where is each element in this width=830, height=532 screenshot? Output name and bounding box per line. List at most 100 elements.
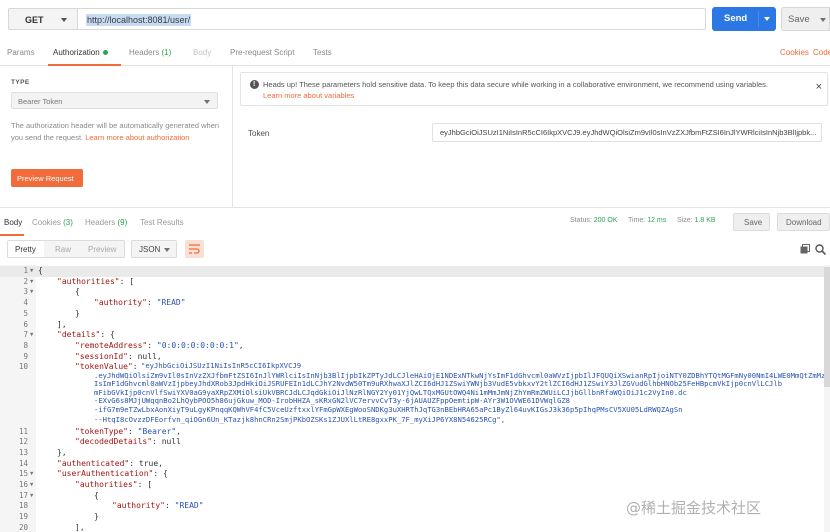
url-input[interactable]: http://localhost:8081/user/ bbox=[78, 8, 706, 30]
tab-params[interactable]: Params bbox=[7, 48, 35, 57]
code-line: "authority": "READ" bbox=[94, 298, 186, 307]
tab-tests[interactable]: Tests bbox=[313, 48, 332, 57]
tab-body[interactable]: Body bbox=[193, 48, 211, 57]
status-value: 200 OK bbox=[593, 217, 618, 224]
fold-arrow-icon[interactable]: ▼ bbox=[30, 493, 33, 499]
token-input[interactable]: eyJhbGciOiJSUzI1NiIsInR5cCI6IkpXVCJ9.eyJ… bbox=[432, 123, 822, 142]
auth-type-select[interactable]: Bearer Token bbox=[11, 92, 218, 109]
token-label: Token bbox=[248, 129, 270, 138]
tab-headers[interactable]: Headers (1) bbox=[129, 48, 171, 57]
tab-authorization[interactable]: Authorization bbox=[53, 48, 108, 57]
language-label: JSON bbox=[139, 245, 161, 254]
code-token: : null bbox=[152, 437, 181, 447]
code-token: : [ bbox=[119, 276, 135, 286]
tab-count: (9) bbox=[117, 218, 128, 227]
wrap-lines-button[interactable] bbox=[185, 240, 204, 258]
search-icon[interactable] bbox=[815, 244, 826, 255]
format-raw-button[interactable]: Raw bbox=[55, 245, 71, 254]
sensitive-data-notice: Heads up! These parameters hold sensitiv… bbox=[240, 72, 828, 106]
learn-more-variables-link[interactable]: Learn more about variables bbox=[263, 91, 354, 100]
code-token: : bbox=[146, 298, 157, 308]
response-tabs: Body Cookies (3) Headers (9) Test Result… bbox=[0, 207, 830, 236]
tab-test-results[interactable]: Test Results bbox=[140, 218, 184, 227]
tab-label: Params bbox=[7, 48, 35, 57]
json-string: "Bearer" bbox=[137, 426, 177, 436]
status-info: Status: 200 OK bbox=[570, 217, 618, 224]
line-number: 20 bbox=[18, 522, 28, 532]
json-string: "READ" bbox=[156, 298, 186, 308]
time-info: Time: 12 ms bbox=[628, 217, 666, 224]
format-pretty-button[interactable]: Pretty bbox=[15, 245, 36, 254]
tab-response-cookies[interactable]: Cookies (3) bbox=[32, 218, 73, 227]
fold-arrow-icon[interactable]: ▼ bbox=[30, 268, 33, 274]
close-icon[interactable]: × bbox=[816, 82, 822, 93]
json-key: "authorities" bbox=[75, 480, 138, 489]
json-key: "decodedDetails" bbox=[75, 437, 153, 447]
active-dot-icon bbox=[102, 50, 108, 56]
fold-arrow-icon[interactable]: ▼ bbox=[30, 332, 33, 338]
json-key: "tokenValue" bbox=[75, 362, 133, 372]
active-line-highlight bbox=[0, 266, 830, 277]
copy-icon[interactable] bbox=[800, 244, 810, 254]
download-button[interactable]: Download bbox=[777, 213, 830, 231]
line-number: 18 bbox=[18, 501, 28, 511]
scrollbar-thumb[interactable] bbox=[824, 267, 830, 387]
save-response-button[interactable]: Save bbox=[733, 213, 770, 231]
fold-arrow-icon[interactable]: ▼ bbox=[30, 279, 33, 285]
auth-help-text: The authorization header will be automat… bbox=[11, 120, 223, 143]
code-token: { bbox=[38, 266, 43, 275]
learn-more-authorization-link[interactable]: Learn more about authorization bbox=[85, 133, 189, 142]
code-link[interactable]: Code bbox=[813, 48, 830, 57]
chevron-down-icon[interactable] bbox=[764, 17, 770, 21]
tab-label: Body bbox=[193, 48, 212, 57]
chevron-down-icon[interactable] bbox=[820, 18, 826, 22]
method-select[interactable]: GET bbox=[8, 8, 78, 30]
size-value: 1.8 KB bbox=[694, 217, 716, 224]
code-token: : [ bbox=[137, 480, 153, 489]
cookies-link[interactable]: Cookies bbox=[780, 48, 809, 57]
tab-label: Headers bbox=[129, 48, 160, 57]
preview-label: Preview Request bbox=[17, 174, 74, 183]
vertical-scrollbar[interactable] bbox=[824, 265, 830, 532]
tab-pre-request-script[interactable]: Pre-request Script bbox=[230, 48, 294, 57]
line-number: 6 bbox=[23, 319, 28, 329]
preview-request-button[interactable]: Preview Request bbox=[11, 169, 83, 187]
code-line: "userAuthentication": { bbox=[57, 469, 168, 478]
code-token: : null, bbox=[127, 351, 162, 361]
chevron-down-icon bbox=[204, 100, 210, 104]
tab-response-headers[interactable]: Headers (9) bbox=[85, 218, 127, 227]
auth-type-panel: TYPE Bearer Token The authorization head… bbox=[0, 66, 233, 207]
fold-arrow-icon[interactable]: ▼ bbox=[30, 482, 33, 488]
format-toggle: Pretty Raw Preview bbox=[7, 240, 125, 258]
line-number: 14 bbox=[18, 458, 28, 468]
line-number: 11 bbox=[18, 426, 28, 436]
line-number: 2 bbox=[23, 276, 28, 286]
response-toolbar: Pretty Raw Preview JSON bbox=[0, 235, 830, 265]
code-line: "remoteAddress": "0:0:0:0:0:0:0:1", bbox=[75, 341, 244, 350]
fold-arrow-icon[interactable]: ▼ bbox=[30, 289, 33, 295]
code-line: } bbox=[94, 512, 99, 521]
response-body-editor[interactable]: 1 2 3 4 5 6 7 8 9 10 11 12 13 14 15 16 1… bbox=[0, 265, 830, 532]
line-number: 7 bbox=[23, 330, 28, 340]
save-request-button[interactable]: Save bbox=[781, 7, 830, 31]
line-number: 13 bbox=[18, 447, 28, 457]
code-token: ], bbox=[75, 522, 85, 532]
notice-text: Heads up! These parameters hold sensitiv… bbox=[263, 80, 768, 89]
line-number: 19 bbox=[18, 512, 28, 522]
fold-arrow-icon[interactable]: ▼ bbox=[30, 471, 33, 477]
token-value: eyJhbGciOiJSUzI1NiIsInR5cCI6IkpXVCJ9.eyJ… bbox=[440, 128, 817, 137]
line-number: 12 bbox=[18, 437, 28, 447]
line-number: 5 bbox=[23, 308, 28, 318]
send-button[interactable]: Send bbox=[712, 7, 776, 31]
code-line: }, bbox=[57, 448, 67, 457]
url-value: http://localhost:8081/user/ bbox=[86, 14, 192, 26]
wrap-icon bbox=[189, 244, 200, 254]
code-line: "decodedDetails": null bbox=[75, 437, 181, 446]
size-info: Size: 1.8 KB bbox=[677, 217, 716, 224]
language-select[interactable]: JSON bbox=[131, 240, 177, 258]
format-preview-button[interactable]: Preview bbox=[88, 245, 116, 254]
tab-response-body[interactable]: Body bbox=[4, 218, 22, 227]
tab-label: Tests bbox=[313, 48, 332, 57]
code-token: : bbox=[147, 340, 157, 350]
status-label: Status: bbox=[570, 217, 592, 224]
